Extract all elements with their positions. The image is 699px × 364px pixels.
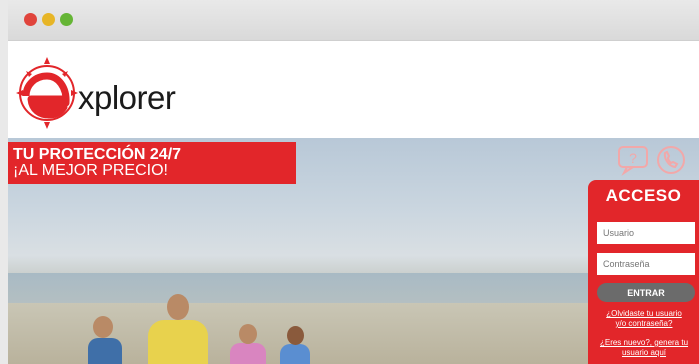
register-link-line1: ¿Eres nuevo?, genera tu <box>599 338 689 347</box>
register-link-line2: usuario aquí <box>621 348 667 357</box>
close-window-button[interactable] <box>24 13 37 26</box>
window-titlebar <box>8 0 699 41</box>
compass-e-icon <box>16 57 78 129</box>
forgot-link-line1: ¿Olvidaste tu usuario <box>606 309 682 318</box>
promo-line2: ¡AL MEJOR PRECIO! <box>13 162 168 179</box>
forgot-credentials-link[interactable]: ¿Olvidaste tu usuario y/o contraseña? <box>590 309 698 329</box>
hero-section: TU PROTECCIÓN 24/7 ¡AL MEJOR PRECIO! ? A… <box>8 138 699 364</box>
forgot-link-line2: y/o contraseña? <box>615 319 673 328</box>
promo-banner: TU PROTECCIÓN 24/7 ¡AL MEJOR PRECIO! <box>8 142 296 184</box>
contact-icons: ? <box>613 142 693 176</box>
register-link[interactable]: ¿Eres nuevo?, genera tu usuario aquí <box>590 338 698 358</box>
maximize-window-button[interactable] <box>60 13 73 26</box>
site-header: xplorer <box>8 41 699 138</box>
svg-text:?: ? <box>629 150 637 166</box>
chat-icon[interactable]: ? <box>618 146 648 176</box>
login-submit-button[interactable]: ENTRAR <box>597 283 695 302</box>
phone-icon[interactable] <box>657 146 685 174</box>
logo-wordmark: xplorer <box>78 79 176 116</box>
minimize-window-button[interactable] <box>42 13 55 26</box>
login-panel: ACCESO ENTRAR ¿Olvidaste tu usuario y/o … <box>588 180 699 364</box>
password-input[interactable] <box>597 253 695 275</box>
browser-window: xplorer TU PROTECCIÓN 24/7 ¡AL MEJOR PRE… <box>8 0 699 364</box>
explorer-logo[interactable]: xplorer <box>14 51 214 131</box>
login-title: ACCESO <box>605 186 682 205</box>
username-input[interactable] <box>597 222 695 244</box>
